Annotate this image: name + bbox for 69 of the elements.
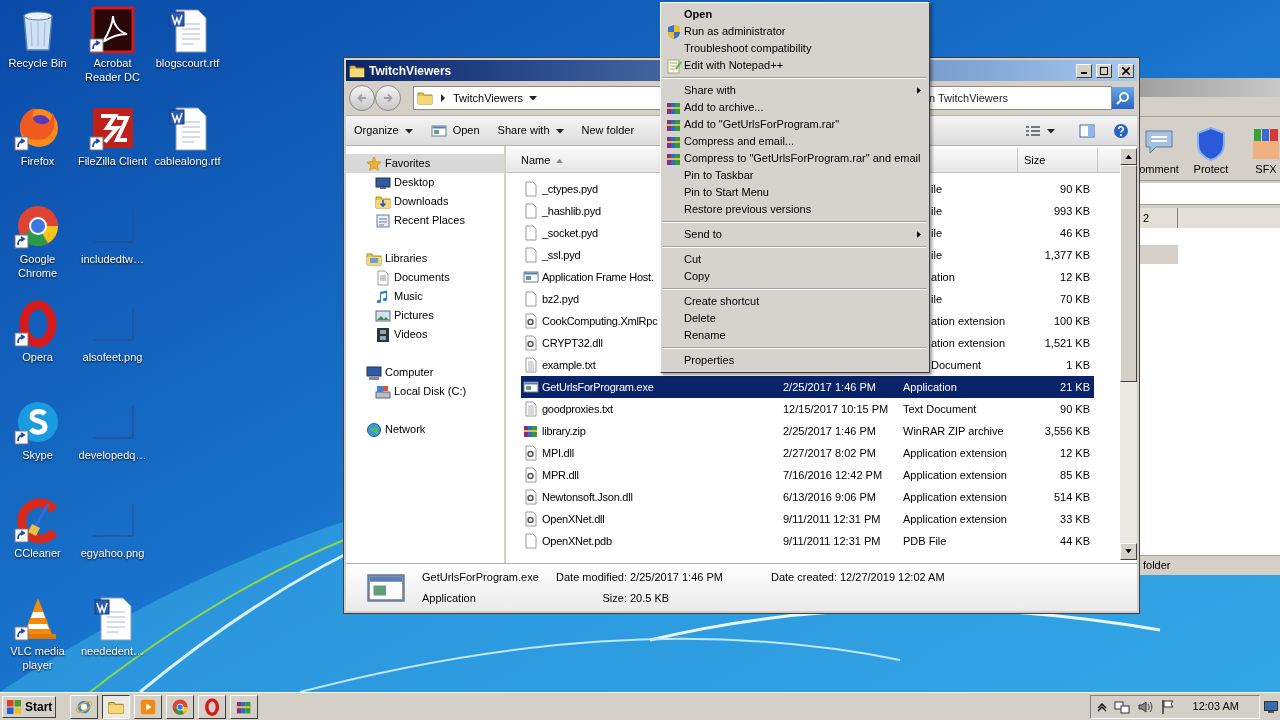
size-cell: 993 KB [1053,204,1090,217]
type-cell: ation [931,270,955,283]
file-name: CRYPT32.dll [542,335,603,351]
type-cell: Application [903,380,957,393]
size-cell: 70 KB [1060,292,1090,305]
size-cell: 100 KB [1053,314,1090,327]
type-cell: Application extension [903,490,1007,503]
type-cell: ation extension [931,336,1005,349]
status-text: folder [1142,558,1172,574]
file-name: Application Frame Host. [542,269,654,285]
type-cell: ile [931,248,942,261]
size-cell: 90 KB [1060,182,1090,195]
size-cell: 3,556 KB [1044,424,1090,437]
date-cell: 12/15/2017 10:15 PM [783,402,889,415]
file-name: Newtonsoft.Json.dll [542,489,633,505]
file-name: example.txt [542,357,596,373]
type-cell: PDB File [903,534,947,547]
file-name: _hashlib.pyd [542,203,601,219]
size-cell: 90 KB [1060,402,1090,415]
file-name: OpenXNet.pdb [542,533,612,549]
file-name: CookComputing.XmlRpc [542,313,658,329]
field-label: Date created: [769,570,837,585]
type-cell: Application extension [903,468,1007,481]
file-name: GetUrlsForProgram.exe [542,379,654,395]
size-cell: 33 KB [1060,512,1090,525]
size-cell: 21 KB [1060,380,1090,393]
type-cell: Application extension [903,446,1007,459]
date-cell: 9/11/2011 12:31 PM [783,512,881,525]
date-cell: 2/25/2017 1:46 PM [783,380,876,393]
date-cell: 2/25/2017 1:46 PM [783,424,876,437]
field-label: Date modified: [555,570,627,585]
file-name: GetUrlsForProgram.exe [422,570,540,585]
type-cell: ile [931,204,942,217]
date-cell: 7/16/2016 12:42 PM [783,468,883,481]
size-cell: 514 KB [1053,490,1090,503]
field-value: 2/25/2017 1:46 PM [630,570,724,585]
file-name: OpenXNet.dll [542,511,605,527]
file-name: goodproxies.txt [542,401,613,417]
type-cell: ile [931,292,942,305]
window-title: TwitchViewers [369,62,452,80]
size-cell: 1,521 KB [1044,336,1090,349]
type-cell: Document [931,358,982,371]
file-name: library.zip [542,423,586,439]
date-cell: 2/27/2017 8:02 PM [783,446,876,459]
size-cell: 85 KB [1060,468,1090,481]
file-type: Application [422,590,477,606]
file-name: _socket.pyd [542,225,598,241]
size-cell: 12 KB [1060,270,1090,283]
file-name: MPI.dll [542,445,574,461]
field-value: 20.5 KB [630,590,671,606]
file-name: _ssl.pyd [542,247,581,263]
file-name: _ctypes.pyd [542,181,598,197]
size-cell: 1 KB [1066,358,1090,371]
type-cell: WinRAR ZIP archive [903,424,1004,437]
field-value: 12/27/2019 12:02 AM [840,570,945,585]
field-label: Size: [601,590,627,606]
date-cell: 6/13/2016 9:06 PM [783,490,876,503]
size-cell: 1,377 KB [1044,248,1090,261]
size-cell: 46 KB [1060,226,1090,239]
size-cell: 44 KB [1060,534,1090,547]
file-name: MPR.dll [542,467,579,483]
type-cell: ile [931,226,942,239]
type-cell: ile [931,182,942,195]
type-cell: ation extension [931,314,1005,327]
type-cell: Text Document [903,402,977,415]
size-cell: 12 KB [1060,446,1090,459]
file-name: bz2.pyd [542,291,579,307]
date-cell: 9/11/2011 12:31 PM [783,534,881,547]
type-cell: Application extension [903,512,1007,525]
